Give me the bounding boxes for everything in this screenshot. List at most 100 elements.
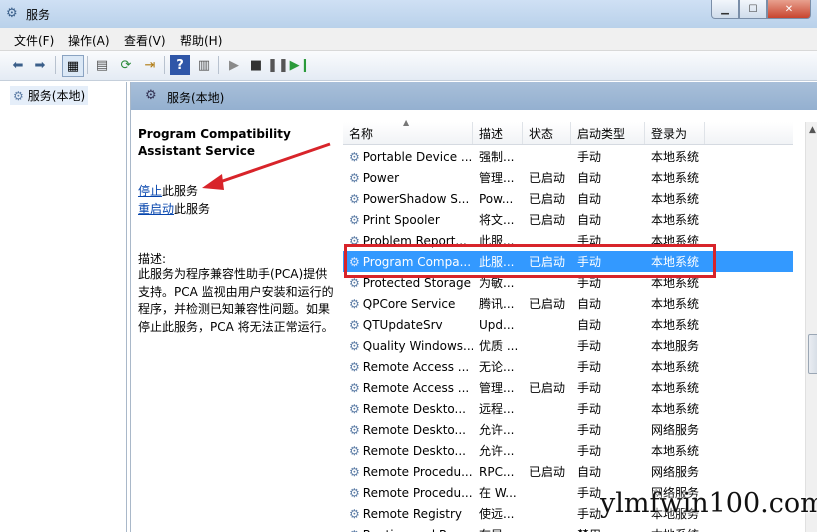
service-name: Portable Device ...: [362, 149, 473, 164]
table-row[interactable]: ⚙ Program Compa... 此服... 已启动 手动 本地系统: [343, 251, 793, 272]
service-startup-type: 手动: [577, 381, 602, 395]
service-startup-type: 手动: [577, 360, 602, 374]
service-description: 管理...: [479, 381, 515, 395]
service-log-on-as: 本地系统: [651, 318, 700, 332]
menu-help[interactable]: 帮助(H): [180, 32, 222, 49]
close-button[interactable]: ✕: [767, 0, 811, 19]
service-startup-type: 自动: [577, 465, 602, 479]
table-row[interactable]: ⚙ Remote Access ... 管理... 已启动 手动 本地系统: [343, 377, 793, 398]
service-status: 已启动: [529, 213, 566, 227]
table-row[interactable]: ⚙ Portable Device ... 强制... 手动 本地系统: [343, 146, 793, 167]
refresh-icon[interactable]: ⟳: [116, 55, 136, 75]
view-icon[interactable]: ▥: [194, 55, 214, 75]
service-log-on-as: 本地系统: [651, 297, 700, 311]
restart-service-suffix: 此服务: [174, 202, 211, 216]
scrollbar-thumb[interactable]: [808, 334, 817, 374]
tree-item-services-local[interactable]: ⚙ 服务(本地): [10, 86, 89, 105]
restart-service-line: 重启动此服务: [138, 200, 210, 217]
table-row[interactable]: ⚙ Protected Storage 为敏... 手动 本地系统: [343, 272, 793, 293]
restart-icon[interactable]: ▶❙: [290, 55, 311, 75]
service-gear-icon: ⚙: [349, 443, 360, 458]
table-row[interactable]: ⚙ Remote Deskto... 允许... 手动 本地系统: [343, 440, 793, 461]
service-description: 在 W...: [479, 486, 517, 500]
service-gear-icon: ⚙: [349, 254, 360, 269]
stop-icon[interactable]: ■: [246, 55, 266, 75]
scroll-up-icon[interactable]: ▲: [809, 125, 816, 135]
service-gear-icon: ⚙: [349, 233, 360, 248]
service-name: Program Compa...: [362, 254, 472, 269]
minimize-button[interactable]: ▁: [711, 0, 739, 19]
maximize-button[interactable]: ☐: [739, 0, 767, 19]
export-icon[interactable]: ⇥: [140, 55, 160, 75]
sort-ascending-icon: ▲: [403, 118, 410, 127]
column-startup-type[interactable]: 启动类型: [571, 122, 645, 144]
service-startup-type: 手动: [577, 339, 602, 353]
service-gear-icon: ⚙: [349, 338, 360, 353]
show-hide-tree-icon[interactable]: ▦: [62, 55, 84, 77]
service-name: Protected Storage: [362, 275, 471, 290]
services-list: ▲ 名称 描述 状态 启动类型 登录为 ⚙ Portable Device ...…: [343, 112, 817, 532]
restart-service-link[interactable]: 重启动: [138, 202, 174, 216]
service-gear-icon: ⚙: [349, 149, 360, 164]
service-name-cell: ⚙ Program Compa...: [343, 255, 473, 269]
column-name[interactable]: ▲ 名称: [343, 118, 473, 144]
column-description[interactable]: 描述: [473, 122, 523, 144]
table-row[interactable]: ⚙ Print Spooler 将文... 已启动 自动 本地系统: [343, 209, 793, 230]
pause-icon[interactable]: ❚❚: [267, 55, 289, 75]
menu-view[interactable]: 查看(V): [124, 32, 166, 49]
properties-icon[interactable]: ▤: [92, 55, 112, 75]
column-status[interactable]: 状态: [523, 122, 571, 144]
service-startup-type: 自动: [577, 297, 602, 311]
services-gear-icon: ⚙: [6, 6, 18, 21]
table-row[interactable]: ⚙ Quality Windows... 优质 ... 手动 本地服务: [343, 335, 793, 356]
table-row[interactable]: ⚙ Remote Procedu... RPC... 已启动 自动 网络服务: [343, 461, 793, 482]
service-name-cell: ⚙ Power: [343, 171, 473, 185]
service-name-cell: ⚙ PowerShadow S...: [343, 192, 473, 206]
column-header-row: ▲ 名称 描述 状态 启动类型 登录为: [343, 118, 793, 145]
service-startup-type: 手动: [577, 423, 602, 437]
service-name: Remote Access ...: [362, 380, 470, 395]
table-row[interactable]: ⚙ Remote Deskto... 远程... 手动 本地系统: [343, 398, 793, 419]
table-row[interactable]: ⚙Routing and Re...在局...禁用本地系统: [343, 524, 793, 532]
table-row[interactable]: ⚙ Power 管理... 已启动 自动 本地系统: [343, 167, 793, 188]
back-icon[interactable]: ⬅: [8, 55, 28, 75]
service-startup-type: 手动: [577, 234, 602, 248]
table-row[interactable]: ⚙ QTUpdateSrv Upd... 自动 本地系统: [343, 314, 793, 335]
service-log-on-as: 本地系统: [651, 234, 700, 248]
forward-icon[interactable]: ➡: [30, 55, 50, 75]
column-log-on-as[interactable]: 登录为: [645, 122, 705, 144]
service-log-on-as: 本地服务: [651, 339, 700, 353]
menu-file[interactable]: 文件(F): [14, 32, 54, 49]
service-description: 腾讯...: [479, 297, 515, 311]
table-row[interactable]: ⚙ QPCore Service 腾讯... 已启动 自动 本地系统: [343, 293, 793, 314]
table-row[interactable]: ⚙ Remote Access ... 无论... 手动 本地系统: [343, 356, 793, 377]
menu-bar: 文件(F) 操作(A) 查看(V) 帮助(H): [0, 28, 817, 51]
service-name: QPCore Service: [362, 296, 456, 311]
service-name: QTUpdateSrv: [362, 317, 443, 332]
service-gear-icon: ⚙: [349, 191, 360, 206]
service-description: Pow...: [479, 191, 514, 206]
service-startup-type: 手动: [577, 444, 602, 458]
service-status: 已启动: [529, 381, 566, 395]
panel-header: ⚙ 服务(本地): [131, 82, 817, 110]
service-gear-icon: ⚙: [349, 359, 360, 374]
service-startup-type: 手动: [577, 150, 602, 164]
service-name-cell: ⚙ Problem Report...: [343, 234, 473, 248]
service-name: Remote Access ...: [362, 359, 470, 374]
stop-service-line: 停止此服务: [138, 182, 198, 199]
table-row[interactable]: ⚙ PowerShadow S... Pow... 已启动 自动 本地系统: [343, 188, 793, 209]
table-row[interactable]: ⚙ Remote Deskto... 允许... 手动 网络服务: [343, 419, 793, 440]
menu-action[interactable]: 操作(A): [68, 32, 110, 49]
service-name-cell: ⚙ Remote Deskto...: [343, 444, 473, 458]
start-icon[interactable]: ▶: [224, 55, 244, 75]
vertical-scrollbar[interactable]: ▲: [805, 122, 817, 532]
table-row[interactable]: ⚙ Problem Report... 此服... 手动 本地系统: [343, 230, 793, 251]
service-name-cell: ⚙ Remote Deskto...: [343, 402, 473, 416]
service-name-cell: ⚙ Print Spooler: [343, 213, 473, 227]
service-description: 此服...: [479, 255, 515, 269]
stop-service-link[interactable]: 停止: [138, 184, 162, 198]
service-name: Remote Registry: [362, 506, 463, 521]
help-icon[interactable]: ?: [170, 55, 190, 75]
service-name: Remote Procedu...: [362, 485, 473, 500]
service-gear-icon: ⚙: [349, 275, 360, 290]
